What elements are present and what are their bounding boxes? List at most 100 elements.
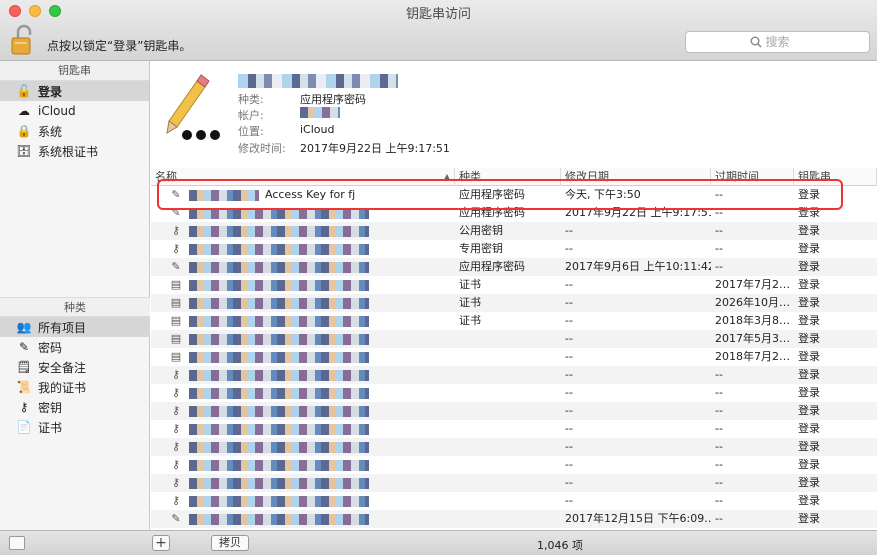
cell-keychain: 登录 <box>798 494 820 507</box>
sidebar-item-system-roots[interactable]: 🗄 系统根证书 <box>0 141 149 161</box>
cell-name: ✎ <box>151 204 455 222</box>
table-row[interactable]: ✎ 应用程序密码 2017年9月22日 上午9:17:51 -- 登录 <box>151 204 877 222</box>
sidebar-item-label: 系统 <box>38 124 63 139</box>
cell-kind: 公用密钥 <box>459 224 503 237</box>
cell-modified: -- <box>565 242 573 255</box>
certificate-icon: ▤ <box>170 314 182 327</box>
cell-name: ⚷ <box>151 474 455 492</box>
key-icon: ⚷ <box>171 242 181 255</box>
cell-modified: -- <box>565 350 573 363</box>
add-item-button[interactable]: + <box>152 535 170 551</box>
table-row[interactable]: ⚷ -- -- 登录 <box>151 366 877 384</box>
cell-keychain: 登录 <box>798 296 820 309</box>
lock-icon: 🔒 <box>16 124 32 138</box>
sidebar-item-label: 我的证书 <box>38 380 87 395</box>
key-icon: ⚷ <box>171 476 181 489</box>
sidebar-item-passwords[interactable]: ✎ 密码 <box>0 337 150 357</box>
table-row[interactable]: ⚷ -- -- 登录 <box>151 384 877 402</box>
sidebar-item-login[interactable]: 🔓 登录 <box>0 81 149 101</box>
cell-keychain: 登录 <box>798 278 820 291</box>
column-keychain[interactable]: 钥匙串 <box>794 168 877 186</box>
column-modified[interactable]: 修改日期 <box>561 168 711 186</box>
name-redacted <box>189 513 369 525</box>
window-title: 钥匙串访问 <box>405 7 471 22</box>
search-input[interactable] <box>765 35 806 49</box>
name-redacted <box>189 297 369 309</box>
name-redacted <box>189 423 369 435</box>
cell-expires: 2017年7月2… <box>715 278 790 291</box>
table-row[interactable]: ⚷ 专用密钥 -- -- 登录 <box>151 240 877 258</box>
cell-kind <box>455 420 561 438</box>
sidebar-item-my-certificates[interactable]: 📜 我的证书 <box>0 377 150 397</box>
table-row[interactable]: ⚷ -- -- 登录 <box>151 474 877 492</box>
key-icon: ⚷ <box>171 368 181 381</box>
copy-button[interactable]: 拷贝 <box>211 535 249 551</box>
detail-location: 位置: iCloud <box>238 123 335 138</box>
cell-kind: 专用密钥 <box>459 242 503 255</box>
table-row[interactable]: ✎ Access Key for fj 应用程序密码 今天, 下午3:50 -- 登录 <box>151 186 877 204</box>
cell-modified: -- <box>565 422 573 435</box>
cell-name: ⚷ <box>151 456 455 474</box>
table-row[interactable]: ▤ 证书 -- 2017年7月2… 登录 <box>151 276 877 294</box>
cell-kind: 应用程序密码 <box>459 188 525 201</box>
table-row[interactable]: ⚷ -- -- 登录 <box>151 420 877 438</box>
cell-modified: -- <box>565 224 573 237</box>
categories-section: 种类 👥 所有项目 ✎ 密码 🗒 安全备注 📜 我的证书 ⚷ 密钥 📄 证书 <box>0 297 150 437</box>
cell-modified: -- <box>565 314 573 327</box>
cell-expires: -- <box>715 206 723 219</box>
table-row[interactable]: ▤ -- 2018年7月2… 登录 <box>151 348 877 366</box>
table-row[interactable]: ▤ 证书 -- 2026年10月… 登录 <box>151 294 877 312</box>
info-toggle-button[interactable] <box>9 536 25 550</box>
sidebar-item-system[interactable]: 🔒 系统 <box>0 121 149 141</box>
name-redacted <box>189 405 369 417</box>
pen-icon: ✎ <box>171 260 181 273</box>
cell-kind <box>455 456 561 474</box>
sidebar-item-secure-notes[interactable]: 🗒 安全备注 <box>0 357 150 377</box>
table-row[interactable]: ⚷ -- -- 登录 <box>151 402 877 420</box>
certificate-icon: ▤ <box>170 350 182 363</box>
table-row[interactable]: ▤ 证书 -- 2018年3月8… 登录 <box>151 312 877 330</box>
cell-expires: 2018年3月8… <box>715 314 790 327</box>
table-row[interactable]: ⚷ -- -- 登录 <box>151 438 877 456</box>
table-row[interactable]: ⚷ 公用密钥 -- -- 登录 <box>151 222 877 240</box>
column-expires[interactable]: 过期时间 <box>711 168 794 186</box>
table-header: 名称 ▲ 种类 修改日期 过期时间 钥匙串 <box>151 168 877 186</box>
cell-kind <box>455 384 561 402</box>
name-redacted <box>189 225 369 237</box>
column-name[interactable]: 名称 ▲ <box>151 168 455 186</box>
sidebar-item-certificates[interactable]: 📄 证书 <box>0 417 150 437</box>
name-redacted <box>189 369 369 381</box>
cell-expires: -- <box>715 386 723 399</box>
table-row[interactable]: ⚷ -- -- 登录 <box>151 456 877 474</box>
sidebar-item-all-items[interactable]: 👥 所有项目 <box>0 317 150 337</box>
cell-modified: -- <box>565 404 573 417</box>
table-row[interactable]: ✎ 应用程序密码 2017年9月6日 上午10:11:42 -- 登录 <box>151 258 877 276</box>
key-icon: ⚷ <box>171 422 181 435</box>
detail-header: 种类: 应用程序密码 帐户: 位置: iCloud 修改时间: 2017年9月2… <box>151 61 877 168</box>
name-redacted <box>189 333 369 345</box>
cell-modified: -- <box>565 386 573 399</box>
table-row[interactable]: ▤ -- 2017年5月3… 登录 <box>151 330 877 348</box>
items-table: 名称 ▲ 种类 修改日期 过期时间 钥匙串 ✎ Access Key for fj… <box>151 168 877 530</box>
cell-kind <box>455 438 561 456</box>
cell-kind: 应用程序密码 <box>459 260 525 273</box>
sidebar-item-keys[interactable]: ⚷ 密钥 <box>0 397 150 417</box>
cell-kind <box>455 474 561 492</box>
cell-name: ▤ <box>151 330 455 348</box>
unlock-icon[interactable] <box>11 24 35 56</box>
cell-name: ▤ <box>151 348 455 366</box>
table-row[interactable]: ⚷ -- -- 登录 <box>151 492 877 510</box>
table-row[interactable]: ✎ 2017年12月15日 下午6:09… -- 登录 <box>151 510 877 528</box>
sidebar-item-icloud[interactable]: ☁ iCloud <box>0 101 149 121</box>
name-redacted <box>189 243 369 255</box>
column-kind[interactable]: 种类 <box>455 168 561 186</box>
detail-account: 帐户: <box>238 107 340 123</box>
cell-expires: -- <box>715 476 723 489</box>
key-icon: ⚷ <box>171 458 181 471</box>
cell-keychain: 登录 <box>798 224 820 237</box>
cell-keychain: 登录 <box>798 404 820 417</box>
cell-expires: -- <box>715 224 723 237</box>
cell-kind: 证书 <box>459 314 481 327</box>
cell-kind: 应用程序密码 <box>459 206 525 219</box>
search-field[interactable] <box>685 31 870 53</box>
